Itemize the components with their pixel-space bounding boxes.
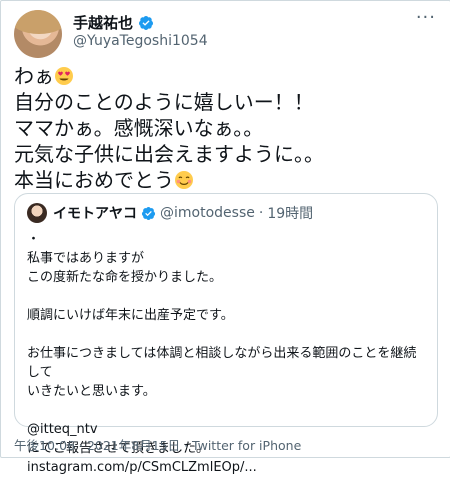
author-name-row: 手越祐也: [73, 12, 154, 33]
quoted-author-avatar[interactable]: [27, 203, 47, 223]
verified-badge-icon: [139, 15, 154, 30]
tweet-line-5: 本当におめでとう: [14, 168, 174, 192]
tweet-line-2: 自分のことのように嬉しいー！！: [14, 90, 314, 114]
quoted-author-display-name[interactable]: イモトアヤコ: [53, 203, 137, 223]
quoted-tweet-time[interactable]: 19時間: [267, 203, 313, 223]
quoted-author-handle[interactable]: @imotodesse: [160, 205, 255, 221]
author-handle[interactable]: @YuyaTegoshi1054: [73, 33, 208, 49]
smiling-emoji-icon: [175, 171, 193, 189]
heart-eyes-emoji-icon: [55, 67, 73, 85]
tweet-line-4: 元気な子供に出会えますように。。: [14, 142, 324, 166]
quoted-tweet[interactable]: イモトアヤコ @imotodesse · 19時間 ・ 私事ではありますが この…: [14, 193, 438, 475]
tweet-timestamp[interactable]: 午後10:06 · 2021年8月15日 · Twitter for iPhon…: [14, 435, 301, 454]
more-options-icon[interactable]: ···: [416, 7, 436, 28]
tweet-line-3: ママかぁ。感慨深いなぁ。。: [14, 116, 264, 140]
verified-badge-icon: [141, 206, 156, 220]
quoted-tweet-header: イモトアヤコ @imotodesse · 19時間: [53, 203, 313, 223]
tweet-text: わぁ 自分のことのように嬉しいー！！ ママかぁ。感慨深いなぁ。。 元気な子供に出…: [14, 63, 439, 193]
tweet-line-1: わぁ: [14, 64, 54, 88]
meta-separator: ·: [258, 205, 264, 221]
author-avatar[interactable]: [14, 10, 62, 58]
author-display-name[interactable]: 手越祐也: [73, 12, 133, 33]
tweet-card: 手越祐也 @YuyaTegoshi1054 ··· わぁ 自分のことのように嬉し…: [0, 0, 450, 475]
